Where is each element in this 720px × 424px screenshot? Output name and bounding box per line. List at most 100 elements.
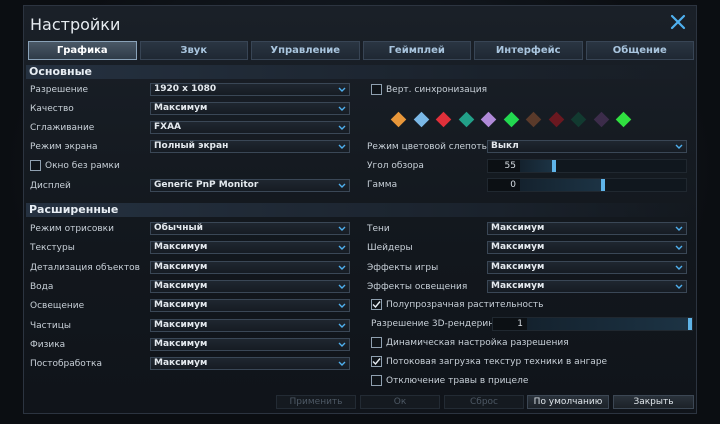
dynamic-res-checkbox[interactable] xyxy=(371,337,382,348)
render-3d-thumb[interactable] xyxy=(688,318,692,330)
left-label: Текстуры xyxy=(30,243,75,254)
antialiasing-label: Сглаживание xyxy=(30,123,95,133)
left-label: Режим отрисовки xyxy=(30,224,114,234)
left-dropdown[interactable]: Максимум xyxy=(150,260,350,274)
chevron-down-icon xyxy=(338,342,346,347)
defaults-button[interactable]: По умолчанию xyxy=(527,395,609,409)
right-label: Шейдеры xyxy=(367,243,413,254)
left-dropdown[interactable]: Максимум xyxy=(150,279,350,293)
right-dropdown[interactable]: Максимум xyxy=(487,260,687,274)
close-button[interactable]: Закрыть xyxy=(613,395,694,409)
gamma-label: Гамма xyxy=(367,180,398,190)
fov-thumb[interactable] xyxy=(552,160,556,172)
apply-button[interactable]: Применить xyxy=(276,395,356,409)
resolution-value: 1920 x 1080 xyxy=(154,84,217,94)
resolution-label: Разрешение xyxy=(30,85,89,95)
antialiasing-value: FXAA xyxy=(154,122,182,132)
color-swatch[interactable] xyxy=(548,111,564,128)
left-dropdown[interactable]: Максимум xyxy=(150,241,350,255)
borderless-checkbox[interactable] xyxy=(30,160,41,171)
display-label: Дисплей xyxy=(30,181,71,191)
tab-sound[interactable]: Звук xyxy=(139,41,248,60)
section-bar-advanced xyxy=(26,203,694,217)
color-swatch[interactable] xyxy=(525,111,542,128)
color-swatch[interactable] xyxy=(435,111,452,128)
screen-mode-label: Режим экрана xyxy=(30,142,98,152)
chevron-down-icon xyxy=(338,303,346,309)
tab-communication[interactable]: Общение xyxy=(585,41,694,60)
right-dropdown[interactable]: Максимум xyxy=(487,241,687,255)
left-value: Максимум xyxy=(154,261,208,272)
quality-value: Максимум xyxy=(154,103,208,113)
borderless-label: Окно без рамки xyxy=(45,161,120,171)
chevron-down-icon xyxy=(675,245,683,251)
chevron-down-icon xyxy=(338,183,346,188)
right-value: Максимум xyxy=(491,223,545,233)
chevron-down-icon xyxy=(338,361,346,367)
streaming-checkbox[interactable] xyxy=(371,356,382,367)
close-icon[interactable] xyxy=(668,12,688,32)
left-label: Вода xyxy=(30,281,54,292)
color-swatch[interactable] xyxy=(593,111,609,128)
left-label: Физика xyxy=(30,339,66,350)
left-dropdown[interactable]: Максимум xyxy=(150,337,350,351)
gamma-value: 0 xyxy=(510,180,516,190)
chevron-down-icon xyxy=(338,284,346,289)
tab-gameplay[interactable]: Геймплей xyxy=(362,41,471,60)
colorblind-dropdown[interactable]: Выкл xyxy=(487,140,687,153)
resolution-dropdown[interactable]: 1920 x 1080 xyxy=(150,83,350,96)
quality-label: Качество xyxy=(30,104,74,114)
display-value: Generic PnP Monitor xyxy=(154,180,259,190)
settings-window: Настройки Графика Звук Управление Геймпл… xyxy=(23,5,697,414)
tab-graphics[interactable]: Графика xyxy=(28,41,137,60)
render-3d-slider[interactable]: 1 xyxy=(492,317,693,331)
fov-fill xyxy=(520,160,552,172)
fov-label: Угол обзора xyxy=(367,161,424,171)
gamma-slider[interactable]: 0 xyxy=(487,178,687,192)
window-title: Настройки xyxy=(30,15,121,34)
color-swatch[interactable] xyxy=(480,111,497,128)
chevron-down-icon xyxy=(675,265,683,270)
right-dropdown[interactable]: Максимум xyxy=(487,279,687,293)
left-value: Максимум xyxy=(154,319,208,330)
vsync-checkbox[interactable] xyxy=(371,84,382,95)
display-dropdown[interactable]: Generic PnP Monitor xyxy=(150,179,350,192)
reset-button[interactable]: Сброс xyxy=(444,395,524,409)
left-dropdown[interactable]: Максимум xyxy=(150,357,350,371)
checkmark-icon xyxy=(372,301,381,309)
color-swatch[interactable] xyxy=(503,111,519,128)
ok-button[interactable]: Ок xyxy=(360,395,440,409)
tab-interface[interactable]: Интерфейс xyxy=(474,41,583,60)
section-title-advanced: Расширенные xyxy=(29,203,119,216)
gamma-thumb[interactable] xyxy=(601,179,605,191)
grass-off-checkbox[interactable] xyxy=(371,375,382,386)
screen-mode-value: Полный экран xyxy=(154,141,229,151)
color-swatch[interactable] xyxy=(390,111,407,128)
color-swatch[interactable] xyxy=(615,111,632,128)
colorblind-label: Режим цветовой слепоты xyxy=(367,142,489,152)
left-dropdown[interactable]: Максимум xyxy=(150,318,350,332)
right-label: Тени xyxy=(367,224,390,234)
color-swatch[interactable] xyxy=(413,111,429,128)
color-swatch[interactable] xyxy=(458,111,474,128)
tab-controls[interactable]: Управление xyxy=(251,41,360,60)
right-value: Максимум xyxy=(491,242,545,253)
screen-mode-dropdown[interactable]: Полный экран xyxy=(150,140,350,153)
fov-value: 55 xyxy=(504,161,516,171)
gamma-fill xyxy=(520,179,601,191)
right-label: Эффекты игры xyxy=(367,262,439,273)
quality-dropdown[interactable]: Максимум xyxy=(150,102,350,115)
antialiasing-dropdown[interactable]: FXAA xyxy=(150,121,350,134)
left-label: Освещение xyxy=(30,301,85,312)
tab-bar: Графика Звук Управление Геймплей Интерфе… xyxy=(28,41,694,60)
left-dropdown[interactable]: Максимум xyxy=(150,299,350,313)
color-swatch[interactable] xyxy=(570,111,587,128)
left-dropdown[interactable]: Обычный xyxy=(150,222,350,235)
right-dropdown[interactable]: Максимум xyxy=(487,222,687,235)
render-3d-fill xyxy=(527,318,688,330)
chevron-down-icon xyxy=(338,125,346,130)
chevron-down-icon xyxy=(338,245,346,251)
chevron-down-icon xyxy=(675,144,683,149)
fov-slider[interactable]: 55 xyxy=(487,159,687,173)
translucent-foliage-checkbox[interactable] xyxy=(371,299,382,310)
